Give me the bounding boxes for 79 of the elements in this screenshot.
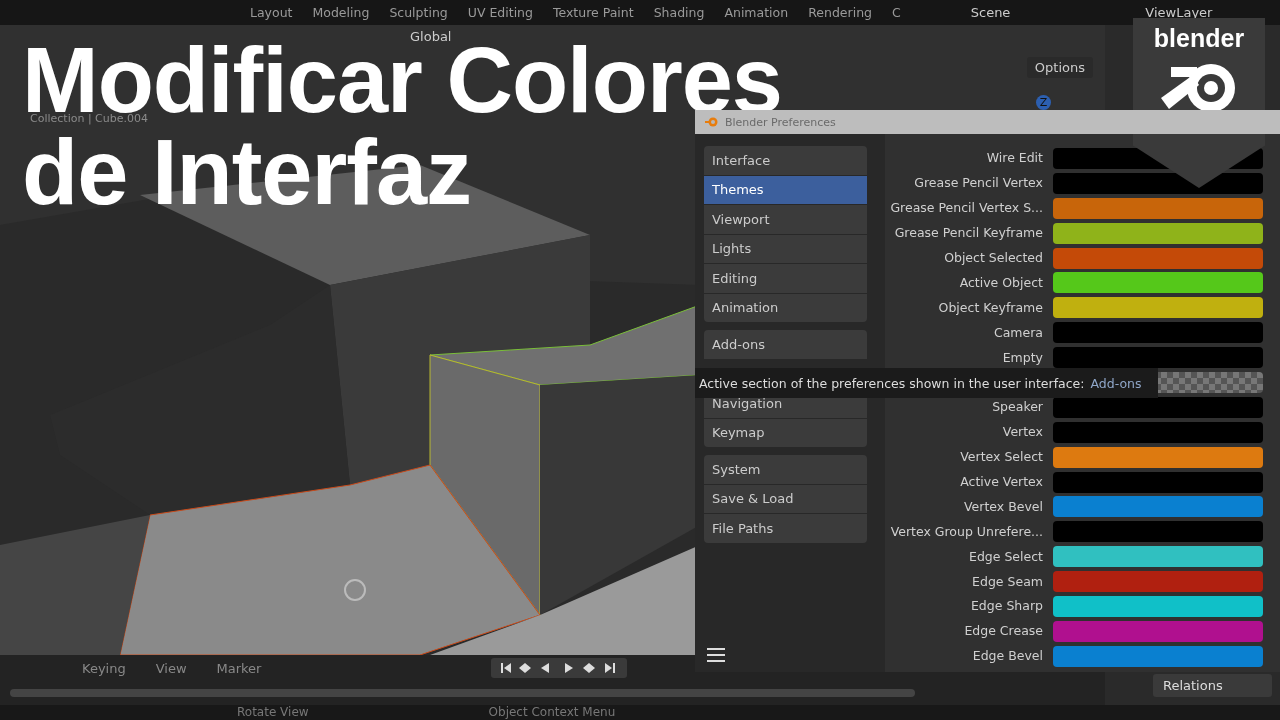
- workspace-tab[interactable]: Shading: [653, 5, 705, 20]
- panel-header[interactable]: Relations: [1153, 674, 1272, 697]
- view-layer-field[interactable]: ViewLayer: [1145, 5, 1280, 20]
- color-label: Grease Pencil Vertex: [913, 175, 1043, 192]
- section-tab[interactable]: Viewport: [704, 205, 867, 234]
- color-label: Vertex Group Unrefere...: [889, 523, 1043, 540]
- color-swatch[interactable]: [1053, 620, 1263, 642]
- color-swatch[interactable]: [1053, 247, 1263, 269]
- section-tab[interactable]: Add-ons: [704, 330, 867, 359]
- color-label: Wire Edit: [985, 150, 1043, 167]
- section-tab[interactable]: File Paths: [704, 514, 867, 543]
- status-hint: Object Context Menu: [488, 705, 616, 720]
- color-swatch[interactable]: [1053, 645, 1263, 667]
- color-label: Empty: [1001, 349, 1043, 366]
- workspace-tab[interactable]: C: [892, 5, 901, 20]
- color-label: Vertex: [1001, 424, 1043, 441]
- color-label: Edge Bevel: [971, 648, 1043, 665]
- color-label: Object Selected: [943, 250, 1043, 266]
- color-swatch[interactable]: [1053, 272, 1263, 294]
- video-title: de Interfaz: [22, 134, 472, 210]
- color-label: Vertex Bevel: [963, 498, 1043, 515]
- logo-text: blender: [1153, 24, 1245, 53]
- color-swatch[interactable]: [1053, 347, 1263, 369]
- section-tab[interactable]: Themes: [704, 175, 867, 204]
- color-label: Object Keyframe: [937, 299, 1043, 316]
- color-swatch[interactable]: [1053, 496, 1263, 518]
- workspace-tab[interactable]: UV Editing: [467, 5, 533, 20]
- section-tab[interactable]: System: [704, 455, 867, 484]
- options-dropdown[interactable]: Options: [1026, 57, 1093, 78]
- color-label: Edge Sharp: [969, 598, 1043, 615]
- workspace-tab[interactable]: Sculpting: [389, 5, 448, 20]
- workspace-tab[interactable]: Modeling: [312, 5, 370, 20]
- color-swatch[interactable]: [1053, 172, 1263, 194]
- color-swatch[interactable]: [1053, 322, 1263, 344]
- color-label: Camera: [992, 324, 1043, 341]
- color-label: Vertex Select: [959, 449, 1043, 466]
- color-label: Grease Pencil Vertex S...: [889, 200, 1043, 217]
- workspace-tab[interactable]: Animation: [724, 5, 789, 20]
- menu-item[interactable]: Keying: [82, 660, 126, 676]
- section-tab[interactable]: Animation: [704, 293, 867, 322]
- menu-icon[interactable]: [707, 648, 725, 662]
- workspace-tab[interactable]: Texture Paint: [552, 5, 634, 20]
- color-label: Speaker: [991, 399, 1043, 416]
- color-label: Edge Seam: [971, 573, 1043, 590]
- section-tab[interactable]: Editing: [704, 264, 867, 293]
- color-swatch[interactable]: [1053, 396, 1263, 418]
- section-tab[interactable]: Lights: [704, 234, 867, 263]
- color-swatch[interactable]: [1053, 571, 1263, 593]
- color-swatch[interactable]: [1053, 546, 1263, 568]
- color-swatch[interactable]: [1053, 421, 1263, 443]
- playback-controls[interactable]: [491, 658, 628, 678]
- tooltip-text: Active section of the preferences shown in the user interface:: [699, 375, 1085, 391]
- blender-logo-icon: [705, 116, 719, 128]
- section-tab[interactable]: Save & Load: [704, 484, 867, 513]
- color-swatch[interactable]: [1053, 222, 1263, 244]
- color-label: Grease Pencil Keyframe: [893, 225, 1043, 242]
- timeline-scrollbar[interactable]: [10, 689, 915, 697]
- section-tab[interactable]: Interface: [704, 146, 867, 175]
- color-label: Active Object: [958, 274, 1043, 291]
- tooltip-value: Add-ons: [1090, 375, 1142, 391]
- scene-field[interactable]: Scene: [970, 5, 1106, 20]
- color-label: Edge Crease: [963, 623, 1043, 640]
- orientation-dropdown[interactable]: Global: [410, 28, 452, 44]
- color-swatch[interactable]: [1053, 297, 1263, 319]
- color-swatch[interactable]: [1053, 595, 1263, 617]
- section-tab[interactable]: Keymap: [704, 418, 867, 447]
- workspace-tab[interactable]: Layout: [250, 5, 293, 20]
- color-label: Edge Select: [968, 548, 1043, 565]
- menu-item[interactable]: View: [155, 660, 187, 676]
- color-swatch[interactable]: [1053, 521, 1263, 543]
- workspace-tab[interactable]: Rendering: [808, 5, 872, 20]
- color-swatch[interactable]: [1053, 197, 1263, 219]
- status-hint: Rotate View: [237, 705, 309, 720]
- color-label: Active Vertex: [959, 474, 1043, 490]
- collection-label: Collection | Cube.004: [30, 112, 148, 125]
- menu-item[interactable]: Marker: [216, 660, 262, 676]
- window-title: Blender Preferences: [725, 115, 836, 129]
- color-swatch[interactable]: [1053, 471, 1263, 493]
- color-swatch[interactable]: [1053, 446, 1263, 468]
